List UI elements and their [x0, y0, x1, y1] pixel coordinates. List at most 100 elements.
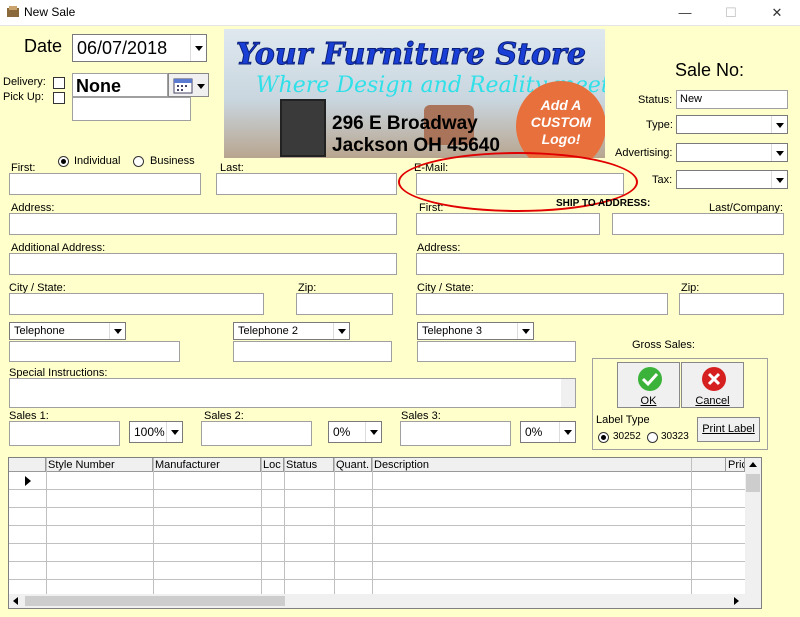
first-name-input[interactable] — [9, 173, 201, 195]
shelf-graphic — [280, 99, 326, 157]
tax-dropdown[interactable] — [676, 170, 788, 189]
delivery-checkbox[interactable] — [53, 77, 65, 89]
sales3-percent: 0% — [525, 425, 543, 439]
business-radio[interactable] — [133, 156, 144, 167]
advertising-dropdown[interactable] — [676, 143, 788, 162]
telephone3-dropdown[interactable]: Telephone 3 — [417, 322, 534, 340]
sales2-percent-dropdown[interactable]: 0% — [328, 421, 382, 443]
pickup-checkbox[interactable] — [53, 92, 65, 104]
sales1-percent-dropdown[interactable]: 100% — [129, 421, 183, 443]
chevron-down-icon[interactable] — [771, 144, 787, 161]
current-row-arrow-icon — [25, 476, 31, 486]
cancel-button[interactable]: Cancel — [681, 362, 744, 408]
status-field[interactable]: New — [676, 90, 788, 109]
sales2-input[interactable] — [201, 421, 312, 446]
telephone1-dropdown[interactable]: Telephone — [9, 322, 126, 340]
col-description[interactable]: Description — [372, 458, 726, 472]
chevron-down-icon[interactable] — [771, 116, 787, 133]
date-picker[interactable]: 06/07/2018 — [72, 34, 207, 62]
horizontal-scrollbar[interactable] — [9, 594, 745, 608]
items-grid[interactable]: Style Number Manufacturer Loc Status Qua… — [8, 457, 762, 609]
type-dropdown[interactable] — [676, 115, 788, 134]
label-30252-text: 30252 — [613, 431, 641, 442]
chevron-down-icon[interactable] — [771, 171, 787, 188]
sales3-input[interactable] — [400, 421, 511, 446]
ship-city-state-input[interactable] — [416, 293, 668, 315]
driver-note-field[interactable] — [72, 97, 191, 121]
scrollbar[interactable] — [561, 379, 575, 407]
table-row[interactable] — [9, 490, 745, 508]
col-status[interactable]: Status — [284, 458, 334, 472]
address-input[interactable] — [9, 213, 397, 235]
ship-zip-input[interactable] — [679, 293, 784, 315]
store-address: 296 E Broadway Jackson OH 45640 — [332, 113, 500, 157]
chevron-down-icon[interactable] — [333, 323, 349, 339]
scroll-right-icon[interactable] — [734, 597, 739, 605]
telephone1-type: Telephone — [14, 325, 65, 337]
individual-label: Individual — [74, 155, 121, 167]
logo-line-3: Logo! — [541, 131, 581, 147]
label-30323-radio[interactable] — [647, 432, 658, 443]
app-icon — [7, 6, 19, 17]
ok-label: OK — [640, 395, 657, 407]
minimize-button[interactable]: — — [662, 0, 708, 26]
vertical-scrollbar[interactable] — [745, 458, 761, 608]
telephone2-input[interactable] — [233, 341, 392, 362]
table-row[interactable] — [9, 508, 745, 526]
advertising-label: Advertising: — [615, 147, 673, 159]
checkmark-icon — [638, 367, 662, 391]
delivery-label: Delivery: — [3, 76, 46, 88]
chevron-down-icon[interactable] — [190, 35, 206, 61]
chevron-down-icon[interactable] — [517, 323, 533, 339]
status-value: New — [680, 93, 703, 105]
telephone1-input[interactable] — [9, 341, 180, 362]
chevron-down-icon[interactable] — [166, 422, 182, 442]
maximize-button[interactable]: ☐ — [708, 0, 754, 26]
col-style-number[interactable]: Style Number — [46, 458, 153, 472]
label-30252-radio[interactable] — [598, 432, 609, 443]
col-manufacturer[interactable]: Manufacturer — [153, 458, 261, 472]
table-row[interactable] — [9, 562, 745, 580]
close-button[interactable]: ✕ — [754, 0, 800, 26]
type-label: Type: — [646, 119, 673, 131]
driver-field[interactable]: None — [72, 73, 168, 97]
col-price[interactable]: Pric — [726, 458, 745, 472]
telephone2-dropdown[interactable]: Telephone 2 — [233, 322, 350, 340]
chevron-down-icon[interactable] — [559, 422, 575, 442]
scroll-thumb[interactable] — [25, 596, 285, 606]
status-label: Status: — [638, 94, 673, 106]
special-instructions-input[interactable] — [9, 378, 576, 408]
ship-to-heading: SHIP TO ADDRESS: — [556, 198, 651, 209]
ship-last-company-input[interactable] — [612, 213, 784, 235]
tax-label: Tax: — [652, 174, 673, 186]
individual-radio[interactable] — [58, 156, 69, 167]
ship-first-input[interactable] — [416, 213, 600, 235]
sales3-percent-dropdown[interactable]: 0% — [520, 421, 576, 443]
col-loc[interactable]: Loc — [261, 458, 284, 472]
calendar-button[interactable] — [168, 73, 209, 97]
table-row[interactable] — [9, 544, 745, 562]
ship-address-input[interactable] — [416, 253, 784, 275]
col-quant[interactable]: Quant. — [334, 458, 372, 472]
window-title: New Sale — [24, 5, 76, 19]
table-row[interactable] — [9, 526, 745, 544]
last-name-input[interactable] — [216, 173, 397, 195]
chevron-down-icon[interactable] — [109, 323, 125, 339]
scroll-thumb[interactable] — [746, 474, 760, 492]
zip-input[interactable] — [296, 293, 393, 315]
print-label-button[interactable]: Print Label — [697, 417, 760, 442]
scroll-up-icon[interactable] — [749, 462, 757, 467]
chevron-down-icon[interactable] — [365, 422, 381, 442]
store-banner: Your Furniture Store Where Design and Re… — [224, 29, 605, 158]
business-label: Business — [150, 155, 195, 167]
scroll-left-icon[interactable] — [13, 597, 18, 605]
table-row[interactable] — [9, 472, 745, 490]
cancel-x-icon — [702, 367, 726, 391]
print-label-text: Print Label — [702, 423, 755, 435]
additional-address-input[interactable] — [9, 253, 397, 275]
telephone3-input[interactable] — [417, 341, 576, 362]
cancel-label: Cancel — [695, 395, 730, 407]
sales1-input[interactable] — [9, 421, 120, 446]
city-state-input[interactable] — [9, 293, 264, 315]
ok-button[interactable]: OK — [617, 362, 680, 408]
